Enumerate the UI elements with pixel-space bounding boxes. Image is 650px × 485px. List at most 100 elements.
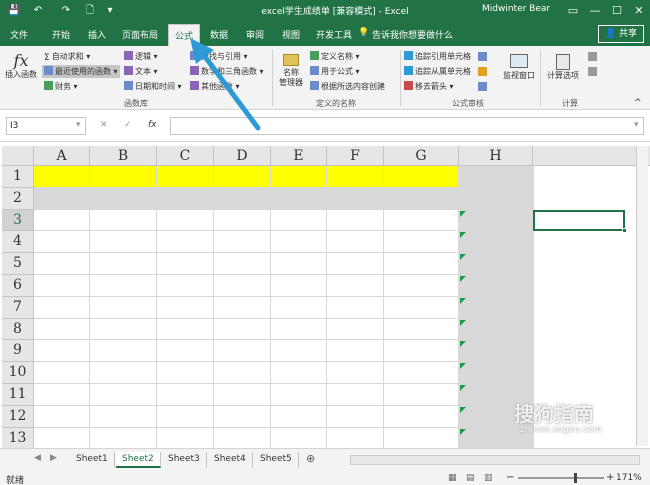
- data-cell[interactable]: [90, 296, 157, 319]
- data-cell[interactable]: [459, 362, 533, 384]
- data-cell[interactable]: [384, 340, 459, 363]
- data-cell[interactable]: [327, 318, 384, 341]
- data-cell[interactable]: [214, 427, 271, 448]
- data-cell[interactable]: [384, 231, 459, 254]
- tab-home[interactable]: 开始: [52, 28, 70, 41]
- save-icon[interactable]: 💾: [6, 3, 22, 19]
- weight-row-cell[interactable]: [214, 166, 271, 188]
- name-manager-button[interactable]: 名称 管理器: [276, 54, 306, 88]
- weight-row-cell[interactable]: [157, 166, 214, 188]
- data-cell[interactable]: [90, 318, 157, 341]
- data-cell[interactable]: [90, 209, 157, 232]
- tab-page-layout[interactable]: 页面布局: [122, 28, 158, 41]
- tab-file[interactable]: 文件: [10, 28, 28, 41]
- column-title-cell[interactable]: [271, 187, 327, 210]
- normal-view-icon[interactable]: ▦: [448, 473, 457, 483]
- column-title-cell[interactable]: [384, 187, 459, 210]
- data-cell[interactable]: [34, 405, 90, 428]
- weight-row-cell[interactable]: [384, 166, 459, 188]
- undo-icon[interactable]: ↶: [30, 3, 46, 19]
- data-cell[interactable]: [327, 362, 384, 384]
- insert-function-button[interactable]: fx 插入函数: [4, 52, 38, 80]
- tab-view[interactable]: 视图: [282, 28, 300, 41]
- zoom-slider[interactable]: [518, 477, 604, 479]
- column-title-cell[interactable]: [34, 187, 90, 210]
- financial-button[interactable]: 财务 ▾: [44, 81, 78, 92]
- sheet-tab-3[interactable]: Sheet3: [162, 452, 207, 468]
- column-title-cell[interactable]: [214, 187, 271, 210]
- data-cell[interactable]: [271, 253, 327, 275]
- data-cell[interactable]: [384, 209, 459, 232]
- add-sheet-icon[interactable]: ⊕: [306, 452, 315, 465]
- data-cell[interactable]: [34, 384, 90, 406]
- calculate-sheet-icon[interactable]: [588, 67, 599, 77]
- data-cell[interactable]: [271, 362, 327, 384]
- tab-data[interactable]: 数据: [210, 28, 228, 41]
- data-cell[interactable]: [214, 384, 271, 406]
- weight-row-cell[interactable]: [327, 166, 384, 188]
- redo-icon[interactable]: ↷: [58, 3, 74, 19]
- minimize-button[interactable]: —: [584, 2, 606, 20]
- new-document-icon[interactable]: 🗋: [82, 3, 98, 19]
- share-button[interactable]: 👤 共享: [598, 25, 644, 43]
- define-name-button[interactable]: 定义名称 ▾: [310, 51, 360, 62]
- data-cell[interactable]: [34, 427, 90, 448]
- customize-toolbar-icon[interactable]: ▾: [102, 3, 118, 19]
- data-cell[interactable]: [157, 209, 214, 232]
- tell-me-box[interactable]: 告诉我你想要做什么: [372, 28, 453, 41]
- sheet-tab-4[interactable]: Sheet4: [208, 452, 253, 468]
- column-title-cell[interactable]: [157, 187, 214, 210]
- data-cell[interactable]: [214, 231, 271, 254]
- data-cell[interactable]: [34, 209, 90, 232]
- data-cell[interactable]: [157, 340, 214, 363]
- data-cell[interactable]: [157, 253, 214, 275]
- column-title-cell[interactable]: [327, 187, 384, 210]
- page-layout-view-icon[interactable]: ▤: [466, 473, 475, 483]
- data-cell[interactable]: [459, 318, 533, 341]
- data-cell[interactable]: [157, 384, 214, 406]
- zoom-out-icon[interactable]: −: [506, 472, 514, 483]
- data-cell[interactable]: [384, 296, 459, 319]
- maximize-button[interactable]: ☐: [606, 2, 628, 20]
- data-cell[interactable]: [384, 362, 459, 384]
- close-button[interactable]: ✕: [628, 2, 650, 20]
- calculate-now-icon[interactable]: [588, 52, 599, 62]
- weight-row-cell[interactable]: [459, 166, 533, 188]
- text-button[interactable]: 文本 ▾: [124, 66, 158, 77]
- name-box[interactable]: I3: [6, 117, 86, 135]
- sheet-tab-1[interactable]: Sheet1: [70, 452, 115, 468]
- expand-formula-icon[interactable]: ▾: [634, 120, 639, 130]
- create-from-selection-button[interactable]: 根据所选内容创建: [310, 81, 385, 92]
- sheet-tab-5[interactable]: Sheet5: [254, 452, 299, 468]
- logical-button[interactable]: 逻辑 ▾: [124, 51, 158, 62]
- tab-insert[interactable]: 插入: [88, 28, 106, 41]
- enter-icon[interactable]: ✓: [124, 120, 132, 130]
- weight-row-cell[interactable]: [34, 166, 90, 188]
- data-cell[interactable]: [271, 231, 327, 254]
- data-cell[interactable]: [384, 384, 459, 406]
- data-cell[interactable]: [34, 275, 90, 297]
- datetime-button[interactable]: 日期和时间 ▾: [124, 81, 182, 92]
- sheet-tab-2[interactable]: Sheet2: [116, 452, 161, 468]
- data-cell[interactable]: [384, 275, 459, 297]
- data-cell[interactable]: [271, 405, 327, 428]
- data-cell[interactable]: [384, 427, 459, 448]
- data-cell[interactable]: [34, 253, 90, 275]
- trace-precedents-button[interactable]: 追踪引用单元格: [404, 51, 471, 62]
- autosum-button[interactable]: Σ 自动求和 ▾: [44, 51, 90, 63]
- column-title-cell[interactable]: [459, 187, 533, 210]
- data-cell[interactable]: [459, 296, 533, 319]
- data-cell[interactable]: [214, 296, 271, 319]
- zoom-slider-handle[interactable]: [574, 473, 577, 483]
- selected-cell-i3[interactable]: [533, 209, 625, 232]
- evaluate-formula-icon[interactable]: [478, 82, 489, 92]
- calculation-options-button[interactable]: 计算选项: [544, 54, 582, 81]
- data-cell[interactable]: [459, 231, 533, 254]
- remove-arrows-button[interactable]: 移去箭头 ▾: [404, 81, 454, 92]
- lookup-button[interactable]: 查找与引用 ▾: [190, 51, 248, 62]
- data-cell[interactable]: [271, 275, 327, 297]
- watch-window-button[interactable]: 监视窗口: [500, 54, 538, 81]
- data-cell[interactable]: [214, 362, 271, 384]
- data-cell[interactable]: [90, 405, 157, 428]
- data-cell[interactable]: [157, 405, 214, 428]
